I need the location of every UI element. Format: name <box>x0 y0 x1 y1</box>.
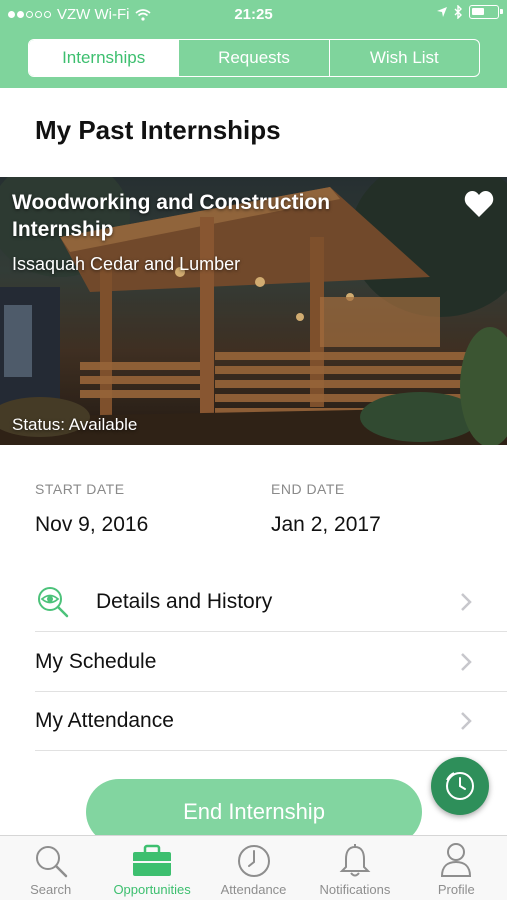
chevron-right-icon <box>461 593 472 611</box>
segment-requests[interactable]: Requests <box>178 40 328 76</box>
end-internship-label: End Internship <box>183 799 325 824</box>
my-schedule-label: My Schedule <box>35 650 157 673</box>
tab-profile[interactable]: Profile <box>406 836 507 900</box>
my-attendance-row[interactable]: My Attendance <box>35 692 507 751</box>
clock-icon <box>446 772 474 800</box>
briefcase-icon <box>133 844 172 876</box>
tab-bar: Search Opportunities Attendance Notifica… <box>0 835 507 900</box>
favorite-heart-icon[interactable] <box>464 190 494 218</box>
start-date-value: Nov 9, 2016 <box>35 513 149 536</box>
segment-wish-list[interactable]: Wish List <box>328 40 479 76</box>
status-time: 21:25 <box>234 6 273 23</box>
start-date-label: START DATE <box>35 481 125 497</box>
end-date-label: END DATE <box>271 481 345 497</box>
my-attendance-label: My Attendance <box>35 709 174 732</box>
clock-in-fab[interactable] <box>431 757 489 815</box>
tab-attendance[interactable]: Attendance <box>203 836 304 900</box>
tab-profile-label: Profile <box>437 882 475 897</box>
details-history-label: Details and History <box>96 590 273 613</box>
app-header: VZW Wi-Fi 21:25 Internships Requests Wis… <box>0 0 507 88</box>
segment-internships-label: Internships <box>62 48 146 67</box>
internship-hero-card[interactable]: Woodworking and Construction Internship … <box>0 177 507 445</box>
segment-internships[interactable]: Internships <box>29 40 179 76</box>
internship-title: Woodworking and Construction Internship <box>12 191 331 241</box>
clock-icon <box>237 845 270 877</box>
segment-requests-label: Requests <box>218 48 290 67</box>
status-bar: VZW Wi-Fi 21:25 <box>0 0 507 30</box>
internship-company: Issaquah Cedar and Lumber <box>12 254 241 274</box>
status-right <box>436 5 503 19</box>
my-schedule-row[interactable]: My Schedule <box>35 633 507 692</box>
tab-attendance-label: Attendance <box>220 882 287 897</box>
chevron-right-icon <box>461 712 472 730</box>
end-date-value: Jan 2, 2017 <box>271 513 381 536</box>
tab-search-label: Search <box>30 882 72 897</box>
person-icon <box>441 843 472 877</box>
battery-icon <box>469 5 503 19</box>
page-title: My Past Internships <box>35 115 281 145</box>
segmented-control: Internships Requests Wish List <box>28 39 480 77</box>
details-history-row[interactable]: Details and History <box>35 573 507 632</box>
chevron-right-icon <box>461 653 472 671</box>
tab-opportunities-label: Opportunities <box>113 882 191 897</box>
tab-notifications[interactable]: Notifications <box>304 836 405 900</box>
internship-status: Status: Available <box>12 415 138 434</box>
bell-icon <box>339 844 371 877</box>
location-arrow-icon <box>437 7 447 17</box>
segment-wish-list-label: Wish List <box>369 48 439 67</box>
tab-search[interactable]: Search <box>0 836 101 900</box>
tab-notifications-label: Notifications <box>319 882 391 897</box>
bluetooth-icon <box>454 5 462 19</box>
search-eye-icon <box>38 587 69 618</box>
search-icon <box>35 846 67 878</box>
tab-opportunities[interactable]: Opportunities <box>101 836 202 900</box>
